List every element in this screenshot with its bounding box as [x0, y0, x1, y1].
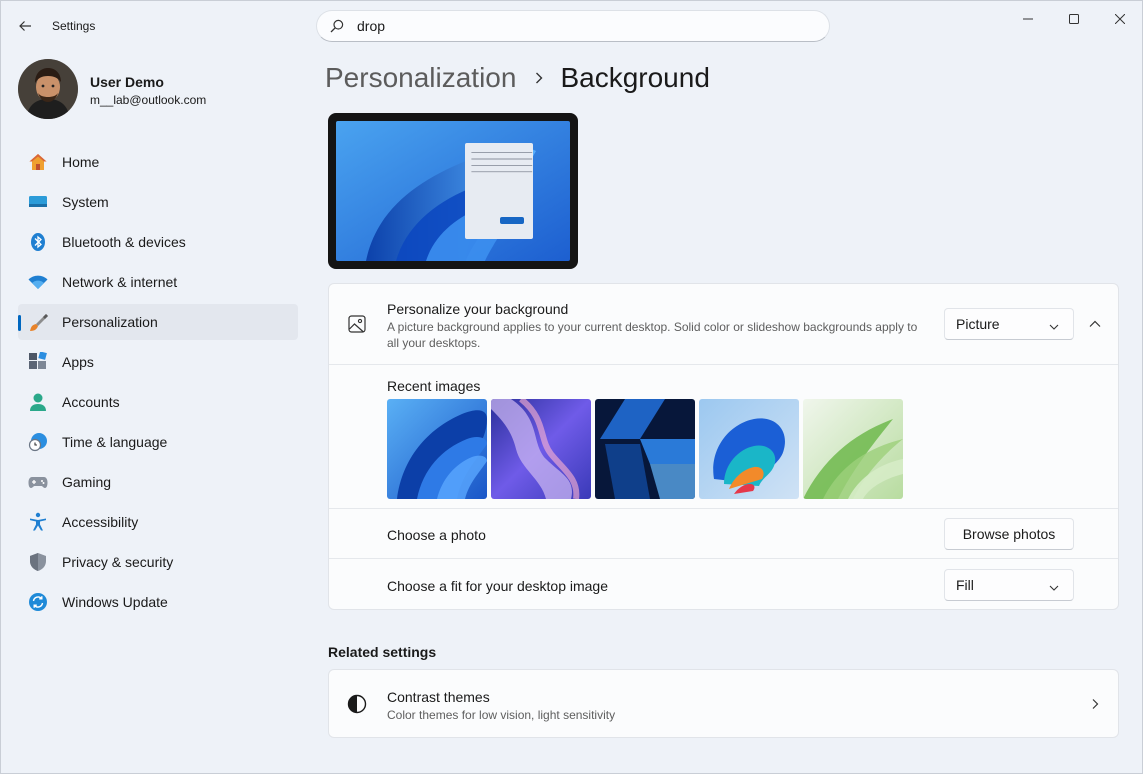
fit-label: Choose a fit for your desktop image — [387, 578, 609, 594]
background-settings-card: Personalize your background A picture ba… — [328, 283, 1119, 610]
background-type-dropdown[interactable]: Picture — [944, 308, 1074, 340]
wifi-icon — [28, 272, 48, 292]
fit-value: Fill — [956, 577, 974, 593]
browse-photos-button[interactable]: Browse photos — [944, 518, 1074, 550]
update-icon — [28, 592, 48, 612]
breadcrumb: Personalization Background — [325, 59, 710, 97]
recent-image-5[interactable] — [803, 399, 903, 499]
preview-wallpaper — [336, 121, 570, 261]
contrast-icon — [347, 694, 367, 714]
system-icon — [28, 192, 48, 212]
background-type-value: Picture — [956, 316, 1000, 332]
page-title: Background — [560, 62, 710, 93]
apps-icon — [28, 352, 48, 372]
sidebar-item-personalization[interactable]: Personalization — [18, 304, 298, 340]
collapse-button[interactable] — [1081, 310, 1109, 338]
sidebar-item-time-language[interactable]: Time & language — [18, 424, 298, 460]
fit-dropdown[interactable]: Fill — [944, 569, 1074, 601]
sidebar-item-apps[interactable]: Apps — [18, 344, 298, 380]
chevron-up-icon — [1089, 320, 1101, 327]
search-input[interactable] — [357, 18, 797, 34]
minimize-icon — [1023, 18, 1033, 20]
chevron-right-icon — [1081, 690, 1109, 718]
choose-photo-row: Choose a photo Browse photos — [329, 508, 1118, 558]
back-button[interactable] — [11, 13, 39, 39]
chevron-right-icon — [534, 71, 544, 85]
recent-image-3[interactable] — [595, 399, 695, 499]
search-box[interactable] — [316, 10, 830, 42]
recent-images-label: Recent images — [387, 378, 481, 394]
recent-image-1[interactable] — [387, 399, 487, 499]
close-icon — [1115, 14, 1125, 24]
close-button[interactable] — [1097, 5, 1143, 33]
sidebar-item-accessibility[interactable]: Accessibility — [18, 504, 298, 540]
sidebar-item-label: System — [62, 194, 109, 210]
gamepad-icon — [28, 472, 48, 492]
recent-images-row: Recent images — [329, 364, 1118, 508]
user-name: User Demo — [90, 74, 164, 90]
sidebar-nav: Home System Bluetooth & devices Network … — [18, 144, 298, 624]
personalize-background-title: Personalize your background — [387, 301, 569, 317]
picture-icon — [347, 314, 367, 334]
sidebar-item-label: Windows Update — [62, 594, 168, 610]
personalize-background-description: A picture background applies to your cur… — [387, 320, 918, 350]
chevron-down-icon — [1049, 580, 1059, 596]
accessibility-icon — [28, 512, 48, 532]
maximize-button[interactable] — [1051, 5, 1097, 33]
avatar[interactable] — [18, 59, 78, 119]
home-icon — [28, 152, 48, 172]
minimize-button[interactable] — [1005, 5, 1051, 33]
sidebar-item-label: Apps — [62, 354, 94, 370]
clock-globe-icon — [28, 432, 48, 452]
sidebar-item-home[interactable]: Home — [18, 144, 298, 180]
recent-image-4[interactable] — [699, 399, 799, 499]
fit-row: Choose a fit for your desktop image Fill — [329, 558, 1118, 609]
sidebar-item-label: Home — [62, 154, 100, 170]
sidebar-item-network[interactable]: Network & internet — [18, 264, 298, 300]
sidebar-item-label: Time & language — [62, 434, 168, 450]
contrast-themes-card[interactable]: Contrast themes Color themes for low vis… — [328, 669, 1119, 738]
chevron-down-icon — [1049, 319, 1059, 335]
choose-photo-label: Choose a photo — [387, 527, 486, 543]
maximize-icon — [1069, 14, 1079, 24]
contrast-themes-description: Color themes for low vision, light sensi… — [387, 708, 616, 722]
contrast-themes-title: Contrast themes — [387, 689, 490, 705]
sidebar-item-bluetooth[interactable]: Bluetooth & devices — [18, 224, 298, 260]
sidebar-item-label: Accessibility — [62, 514, 139, 530]
preview-window — [465, 143, 533, 239]
desktop-preview — [328, 113, 578, 269]
sidebar-item-windows-update[interactable]: Windows Update — [18, 584, 298, 620]
settings-window: Settings User Demo m__lab@outlook.com — [0, 0, 1143, 774]
sidebar-item-label: Privacy & security — [62, 554, 174, 570]
search-icon — [329, 18, 345, 34]
brush-icon — [28, 312, 48, 332]
sidebar-item-accounts[interactable]: Accounts — [18, 384, 298, 420]
sidebar-item-gaming[interactable]: Gaming — [18, 464, 298, 500]
shield-icon — [28, 552, 48, 572]
sidebar-item-label: Accounts — [62, 394, 120, 410]
personalize-background-row[interactable]: Personalize your background A picture ba… — [329, 284, 1118, 364]
bluetooth-icon — [28, 232, 48, 252]
app-title: Settings — [52, 19, 96, 33]
user-email: m__lab@outlook.com — [90, 93, 207, 107]
sidebar-item-label: Gaming — [62, 474, 112, 490]
sidebar-item-privacy[interactable]: Privacy & security — [18, 544, 298, 580]
sidebar-item-label: Bluetooth & devices — [62, 234, 186, 250]
recent-image-2[interactable] — [491, 399, 591, 499]
related-settings-heading: Related settings — [328, 644, 437, 660]
sidebar-item-label: Personalization — [62, 314, 158, 330]
sidebar-item-system[interactable]: System — [18, 184, 298, 220]
breadcrumb-parent[interactable]: Personalization — [325, 62, 516, 94]
back-arrow-icon — [19, 21, 31, 31]
sidebar-item-label: Network & internet — [62, 274, 178, 290]
recent-images-list — [387, 399, 903, 499]
person-icon — [28, 392, 48, 412]
